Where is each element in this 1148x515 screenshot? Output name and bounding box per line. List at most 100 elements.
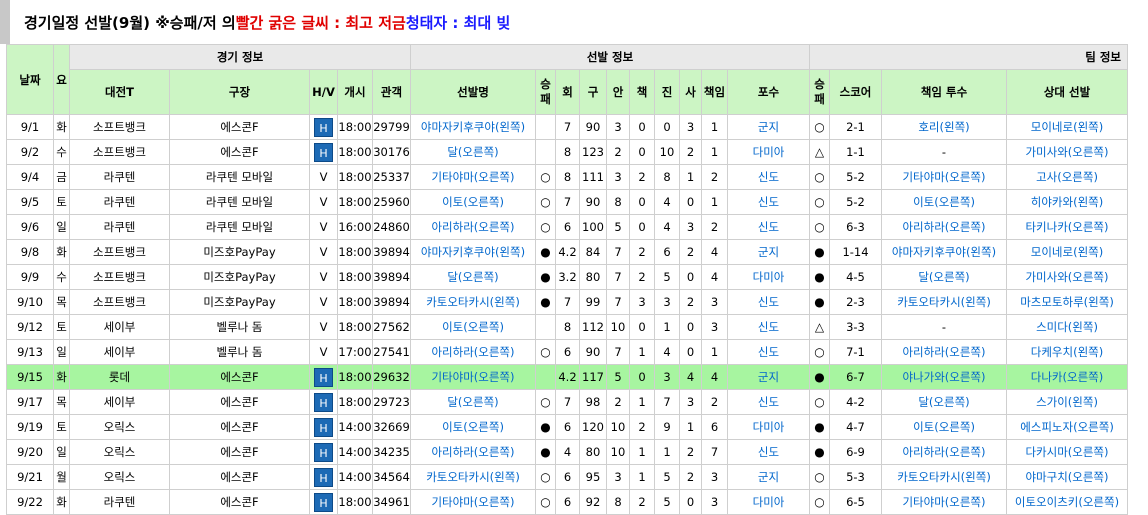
opp-starter-link[interactable]: 스미다(왼쪽)	[1006, 314, 1128, 340]
catcher-link[interactable]: 군지	[727, 239, 810, 265]
hv-cell: V	[309, 264, 338, 290]
starter-link[interactable]: 달(오른쪽)	[410, 264, 536, 290]
catcher-link[interactable]: 신도	[727, 214, 810, 240]
innings-cell: 6	[555, 489, 580, 515]
starter-link[interactable]: 달(오른쪽)	[410, 139, 536, 165]
er-cell: 3	[701, 489, 728, 515]
resp-pitcher-link[interactable]: 호리(왼쪽)	[881, 114, 1007, 140]
opp-starter-link[interactable]: 타키나카(오른쪽)	[1006, 214, 1128, 240]
title-blue-legend: 청태자 : 최대 빚	[405, 13, 511, 32]
hits-cell: 8	[606, 489, 630, 515]
sp-result-cell	[535, 314, 556, 340]
opp-starter-link[interactable]: 가미사와(오른쪽)	[1006, 139, 1128, 165]
opp-starter-link[interactable]: 고사(오른쪽)	[1006, 164, 1128, 190]
hits-cell: 8	[606, 189, 630, 215]
catcher-link[interactable]: 군지	[727, 114, 810, 140]
hits-cell: 7	[606, 289, 630, 315]
table-row: 9/22 화 라쿠텐 에스콘F H 18:00 34961 기타야마(오른쪽) ○ 6 92 8 2 5 0…	[6, 489, 1128, 515]
starter-link[interactable]: 야마자키후쿠야(왼쪽)	[410, 114, 536, 140]
opponent-cell: 세이부	[69, 314, 170, 340]
team-result-cell: ●	[809, 239, 830, 265]
resp-pitcher-link[interactable]: 카토오타카시(왼쪽)	[881, 289, 1007, 315]
catcher-link[interactable]: 신도	[727, 389, 810, 415]
opp-starter-link[interactable]: 이토오이츠키(오른쪽)	[1006, 489, 1128, 515]
starter-link[interactable]: 카토오타카시(왼쪽)	[410, 464, 536, 490]
catcher-link[interactable]: 신도	[727, 439, 810, 465]
catcher-link[interactable]: 군지	[727, 364, 810, 390]
opp-starter-link[interactable]: 히야카와(왼쪽)	[1006, 189, 1128, 215]
table-row: 9/5 토 라쿠텐 라쿠텐 모바일 V 18:00 25960 이토(오른쪽) ○ 7 90 8 0 4 0…	[6, 189, 1128, 215]
catcher-link[interactable]: 신도	[727, 164, 810, 190]
starter-link[interactable]: 야마자키후쿠야(왼쪽)	[410, 239, 536, 265]
resp-pitcher-link[interactable]: 달(오른쪽)	[881, 389, 1007, 415]
pitches-cell: 84	[579, 239, 607, 265]
hv-cell: H	[309, 114, 338, 140]
innings-cell: 4.2	[555, 364, 580, 390]
er-cell: 4	[701, 264, 728, 290]
starter-link[interactable]: 기타야마(오른쪽)	[410, 364, 536, 390]
catcher-link[interactable]: 군지	[727, 464, 810, 490]
table-row: 9/1 화 소프트뱅크 에스콘F H 18:00 29799 야마자키후쿠야(왼쪽) 7 90 3 0…	[6, 114, 1128, 140]
resp-pitcher-link[interactable]: 기타야마(오른쪽)	[881, 489, 1007, 515]
starter-link[interactable]: 이토(오른쪽)	[410, 189, 536, 215]
opp-starter-link[interactable]: 에스피노자(오른쪽)	[1006, 414, 1128, 440]
innings-cell: 6	[555, 464, 580, 490]
team-result-cell: ●	[809, 364, 830, 390]
opp-starter-link[interactable]: 야마구치(오른쪽)	[1006, 464, 1128, 490]
opp-starter-link[interactable]: 마츠모토하루(왼쪽)	[1006, 289, 1128, 315]
opp-starter-link[interactable]: 다나카(오른쪽)	[1006, 364, 1128, 390]
runs-cell: 0	[629, 189, 655, 215]
starter-link[interactable]: 기타야마(오른쪽)	[410, 489, 536, 515]
resp-pitcher-link[interactable]: 이토(오른쪽)	[881, 414, 1007, 440]
resp-pitcher-link[interactable]: 달(오른쪽)	[881, 264, 1007, 290]
opp-starter-link[interactable]: 스가이(왼쪽)	[1006, 389, 1128, 415]
opp-starter-link[interactable]: 가미사와(오른쪽)	[1006, 264, 1128, 290]
catcher-link[interactable]: 다미아	[727, 264, 810, 290]
catcher-link[interactable]: 신도	[727, 189, 810, 215]
date-cell: 9/17	[6, 389, 54, 415]
hits-cell: 5	[606, 214, 630, 240]
catcher-link[interactable]: 다미아	[727, 489, 810, 515]
opp-starter-link[interactable]: 다카시마(오른쪽)	[1006, 439, 1128, 465]
resp-pitcher-link[interactable]: 카토오타카시(왼쪽)	[881, 464, 1007, 490]
score-cell: 6-9	[829, 439, 882, 465]
opp-starter-link[interactable]: 모이네로(왼쪽)	[1006, 114, 1128, 140]
sp-result-cell	[535, 139, 556, 165]
starter-link[interactable]: 아리하라(오른쪽)	[410, 439, 536, 465]
table-row: 9/21 월 오릭스 에스콘F H 14:00 34564 카토오타카시(왼쪽) ○ 6 95 3 1 5…	[6, 464, 1128, 490]
resp-pitcher-link[interactable]: 야나가와(오른쪽)	[881, 364, 1007, 390]
schedule-body: 9/1 화 소프트뱅크 에스콘F H 18:00 29799 야마자키후쿠야(왼쪽) 7 90 3 0…	[6, 114, 1128, 515]
k-cell: 9	[654, 414, 680, 440]
starter-link[interactable]: 기타야마(오른쪽)	[410, 164, 536, 190]
resp-pitcher-link[interactable]: 아리하라(오른쪽)	[881, 439, 1007, 465]
col-pitches: 구	[579, 69, 607, 115]
resp-pitcher-link[interactable]: 이토(오른쪽)	[881, 189, 1007, 215]
sp-result-cell: ●	[535, 239, 556, 265]
resp-pitcher-link[interactable]: 아리하라(오른쪽)	[881, 214, 1007, 240]
catcher-link[interactable]: 신도	[727, 339, 810, 365]
opp-starter-link[interactable]: 모이네로(왼쪽)	[1006, 239, 1128, 265]
starter-link[interactable]: 카토오타카시(왼쪽)	[410, 289, 536, 315]
starter-link[interactable]: 이토(오른쪽)	[410, 314, 536, 340]
starter-link[interactable]: 아리하라(오른쪽)	[410, 214, 536, 240]
runs-cell: 2	[629, 414, 655, 440]
catcher-link[interactable]: 다미아	[727, 139, 810, 165]
starter-link[interactable]: 달(오른쪽)	[410, 389, 536, 415]
starter-link[interactable]: 이토(오른쪽)	[410, 414, 536, 440]
schedule-table: 날짜 요 경기 정보 선발 정보 팀 정보 대전T 구장 H/V 개시 관객 선…	[6, 44, 1128, 515]
table-row: 9/15 화 롯데 에스콘F H 18:00 29632 기타야마(오른쪽) 4.2 117 5 0 3…	[6, 364, 1128, 390]
catcher-link[interactable]: 신도	[727, 314, 810, 340]
catcher-link[interactable]: 신도	[727, 289, 810, 315]
home-badge: H	[314, 467, 333, 487]
sp-result-cell	[535, 114, 556, 140]
catcher-link[interactable]: 다미아	[727, 414, 810, 440]
col-catcher: 포수	[727, 69, 810, 115]
table-row: 9/6 일 라쿠텐 라쿠텐 모바일 V 16:00 24860 아리하라(오른쪽) ○ 6 100 5…	[6, 214, 1128, 240]
starter-link[interactable]: 아리하라(오른쪽)	[410, 339, 536, 365]
team-result-cell: ●	[809, 264, 830, 290]
resp-pitcher-link[interactable]: 야마자키후쿠야(왼쪽)	[881, 239, 1007, 265]
opponent-cell: 소프트뱅크	[69, 114, 170, 140]
resp-pitcher-link[interactable]: 아리하라(오른쪽)	[881, 339, 1007, 365]
resp-pitcher-link[interactable]: 기타야마(오른쪽)	[881, 164, 1007, 190]
opp-starter-link[interactable]: 다케우치(왼쪽)	[1006, 339, 1128, 365]
